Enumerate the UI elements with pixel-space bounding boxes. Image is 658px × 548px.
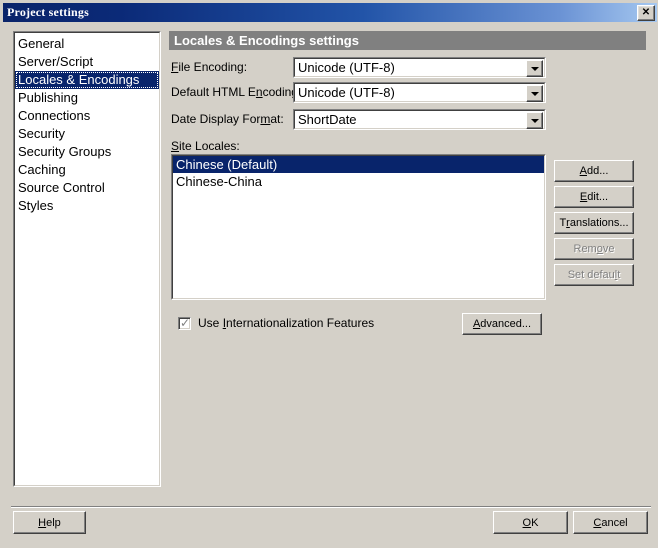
chevron-down-icon[interactable]: [526, 60, 543, 77]
close-icon-glyph: ✕: [641, 7, 651, 18]
translations-button[interactable]: Tr anslations...: [554, 212, 634, 234]
default-html-encoding-label: Default HTML Encoding:: [171, 85, 302, 99]
locale-list-item-label: Chinese-China: [176, 174, 262, 189]
sidebar-item-connections[interactable]: Connections: [15, 107, 159, 125]
sidebar-item-label: Security Groups: [18, 144, 112, 159]
sidebar-item-server-script[interactable]: Server/Script: [15, 53, 159, 71]
sidebar-item-label: Styles: [18, 198, 54, 213]
window-title: Project settings: [7, 5, 89, 19]
date-display-format-label: Date Display Format:: [171, 112, 284, 126]
chevron-down-icon-glyph: [530, 118, 539, 123]
default-html-encoding-value: Unicode (UTF-8): [298, 85, 395, 100]
sidebar-item-publishing[interactable]: Publishing: [15, 89, 159, 107]
sidebar-item-styles[interactable]: Styles: [15, 197, 159, 215]
file-encoding-value: Unicode (UTF-8): [298, 60, 395, 75]
chevron-down-icon-glyph: [530, 91, 539, 96]
chevron-down-icon[interactable]: [526, 85, 543, 102]
panel-header: Locales & Encodings settings: [169, 31, 646, 50]
sidebar-item-label: Connections: [18, 108, 91, 123]
remove-button: Rem o ve: [554, 238, 634, 260]
project-settings-dialog: Project settings ✕ General Server/Script L…: [0, 0, 658, 548]
add-button[interactable]: Add...: [554, 160, 634, 182]
default-html-encoding-dropdown[interactable]: Unicode (UTF-8): [293, 82, 546, 103]
date-display-format-dropdown[interactable]: ShortDate: [293, 109, 546, 130]
sidebar-item-label: General: [18, 36, 65, 51]
locale-list-item[interactable]: Chinese (Default): [173, 156, 544, 173]
sidebar-item-label: Caching: [18, 162, 66, 177]
site-locales-label: Site Locales:: [171, 139, 240, 153]
sidebar-item-general[interactable]: General: [15, 35, 159, 53]
chevron-down-icon[interactable]: [526, 112, 543, 129]
sidebar-item-label: Locales & Encodings: [18, 72, 140, 87]
sidebar-item-caching[interactable]: Caching: [15, 161, 159, 179]
edit-button[interactable]: Edit...: [554, 186, 634, 208]
sidebar-item-source-control[interactable]: Source Control: [15, 179, 159, 197]
sidebar-item-security-groups[interactable]: Security Groups: [15, 143, 159, 161]
category-items: General Server/Script Locales & Encodings P…: [15, 33, 159, 485]
help-button[interactable]: Help: [13, 511, 86, 534]
use-internationalization-checkbox[interactable]: ✓: [178, 315, 191, 330]
checkmark-icon: ✓: [180, 315, 191, 330]
locale-list-item[interactable]: Chinese-China: [173, 173, 544, 190]
use-internationalization-label: Use Internationalization Features: [198, 316, 375, 330]
file-encoding-label: File Encoding:: [171, 60, 248, 74]
site-locales-items: Chinese (Default) Chinese-China: [173, 156, 544, 298]
footer-separator: [11, 506, 651, 508]
cancel-button[interactable]: Cancel: [573, 511, 648, 534]
sidebar-item-locales-encodings[interactable]: Locales & Encodings: [15, 71, 159, 89]
file-encoding-dropdown[interactable]: Unicode (UTF-8): [293, 57, 546, 78]
panel-title: Locales & Encodings settings: [174, 33, 359, 48]
sidebar-item-label: Publishing: [18, 90, 78, 105]
sidebar-item-label: Security: [18, 126, 65, 141]
advanced-button[interactable]: Advanced...: [462, 313, 542, 335]
sidebar-item-security[interactable]: Security: [15, 125, 159, 143]
set-default-button: Set defau l t: [554, 264, 634, 286]
chevron-down-icon-glyph: [530, 66, 539, 71]
use-internationalization-row[interactable]: ✓ Use Internationalization Features: [178, 316, 374, 330]
sidebar-item-label: Source Control: [18, 180, 105, 195]
locale-list-item-label: Chinese (Default): [176, 157, 278, 172]
close-icon[interactable]: ✕: [637, 5, 655, 21]
sidebar-item-label: Server/Script: [18, 54, 94, 69]
site-locales-listbox[interactable]: Chinese (Default) Chinese-China: [171, 154, 546, 300]
category-listbox[interactable]: General Server/Script Locales & Encodings P…: [13, 31, 161, 487]
ok-button[interactable]: OK: [493, 511, 568, 534]
date-display-format-value: ShortDate: [298, 112, 357, 127]
title-bar: Project settings ✕: [3, 3, 657, 22]
